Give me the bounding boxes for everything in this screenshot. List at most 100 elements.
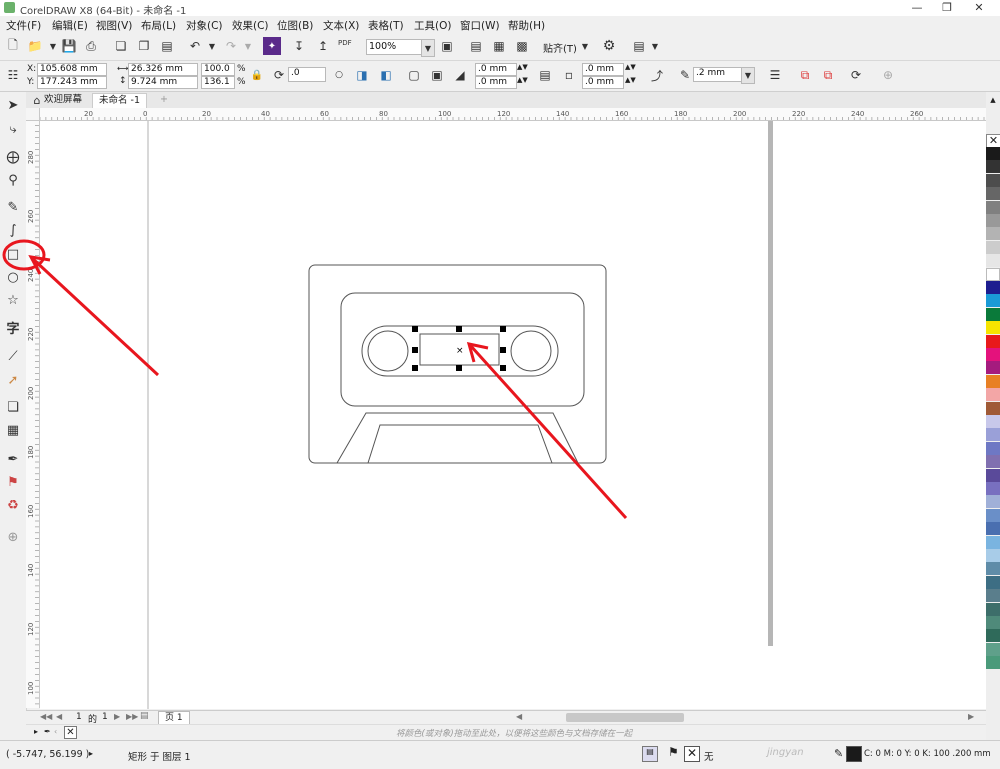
color-swatch[interactable] [986, 602, 1000, 616]
doc-palette-menu-icon[interactable]: ▸ [34, 727, 38, 736]
color-swatch[interactable] [986, 187, 1000, 201]
corner-top-spin-icon[interactable]: ▲▼ [517, 63, 528, 71]
convert-to-curves-icon[interactable]: ⟳ [847, 66, 865, 84]
scale-y-field[interactable]: 136.1 [201, 76, 235, 89]
color-swatch[interactable] [986, 468, 1000, 482]
selection-handle-bottom[interactable] [456, 365, 462, 371]
color-swatch[interactable] [986, 428, 1000, 442]
selection-handle-top[interactable] [456, 326, 462, 332]
undo-icon[interactable]: ↶ [186, 37, 204, 55]
menu-table[interactable]: 表格(T) [368, 18, 404, 33]
next-page-icon[interactable]: ▶ [114, 712, 120, 721]
outline-width-dropdown-icon[interactable]: ▼ [741, 67, 755, 84]
show-guidelines-icon[interactable]: ▩ [513, 37, 531, 55]
lock-ratio-icon[interactable]: 🔒 [248, 66, 266, 84]
right-reel[interactable] [510, 330, 552, 372]
zoom-tool-icon[interactable]: ⚲ [4, 171, 22, 189]
scalloped-corner-icon[interactable]: ▣ [428, 66, 446, 84]
polygon-tool-icon[interactable]: ☆ [4, 291, 22, 309]
color-swatch[interactable] [986, 254, 1000, 268]
zoom-dropdown-icon[interactable]: ▼ [421, 39, 435, 57]
snap-dropdown-icon[interactable]: ▼ [576, 37, 594, 55]
color-swatch[interactable] [986, 227, 1000, 241]
round-corner-icon[interactable]: ▢ [405, 66, 423, 84]
maximize-button[interactable]: ❐ [936, 0, 958, 16]
to-back-icon[interactable]: ⧉ [819, 66, 837, 84]
color-swatch[interactable] [986, 388, 1000, 402]
color-swatch[interactable] [986, 589, 1000, 603]
edit-corners-together-icon[interactable]: ▤ [536, 66, 554, 84]
color-swatch[interactable] [986, 307, 1000, 321]
color-swatch[interactable] [986, 374, 1000, 388]
outline-width-field[interactable]: .2 mm [693, 67, 743, 82]
drop-shadow-tool-icon[interactable]: ❏ [4, 398, 22, 416]
add-tab-button[interactable]: + [154, 93, 174, 107]
zoom-level-field[interactable]: 100% [366, 39, 425, 55]
selection-handle-top-right[interactable] [500, 326, 506, 332]
ruler-origin-icon[interactable] [26, 108, 40, 121]
palette-scroll-up-icon[interactable]: ▲ [986, 96, 1000, 106]
color-swatch[interactable] [986, 616, 1000, 629]
ellipse-tool-icon[interactable]: ○ [4, 268, 22, 286]
doc-palette-eyedropper-icon[interactable]: ✒ [44, 727, 51, 736]
color-swatch[interactable] [986, 348, 1000, 361]
color-swatch[interactable] [986, 455, 1000, 469]
color-swatch[interactable] [986, 294, 1000, 308]
no-fill-indicator-icon[interactable]: ✕ [684, 746, 700, 762]
full-screen-icon[interactable]: ▣ [438, 37, 456, 55]
corner-radius-bottom-left-field[interactable]: .0 mm [475, 76, 517, 89]
y-position-field[interactable]: 177.243 mm [37, 76, 107, 89]
height-field[interactable]: 9.724 mm [128, 76, 198, 89]
color-swatch[interactable] [986, 334, 1000, 348]
color-swatch[interactable] [986, 495, 1000, 509]
connector-tool-icon[interactable]: ➚ [4, 371, 22, 389]
left-reel[interactable] [367, 330, 409, 372]
menu-text[interactable]: 文本(X) [323, 18, 359, 33]
color-swatch[interactable] [986, 482, 1000, 495]
color-swatch[interactable] [986, 522, 1000, 536]
search-content-icon[interactable]: ✦ [263, 37, 281, 55]
color-swatch[interactable] [986, 147, 1000, 160]
horizontal-ruler[interactable]: 20 0 20 40 60 80 100 120 140 160 180 200 220 240 260 [40, 108, 986, 121]
text-tool-icon[interactable]: 字 [4, 318, 22, 337]
redo-icon[interactable]: ↷ [222, 37, 240, 55]
cut-icon[interactable]: ❏ [112, 37, 130, 55]
color-swatch[interactable] [986, 173, 1000, 187]
selection-handle-bottom-left[interactable] [412, 365, 418, 371]
status-expand-icon[interactable]: ▸ [89, 749, 93, 758]
color-eyedropper-tool-icon[interactable]: ✒ [4, 450, 22, 468]
corner-right-bottom-spin-icon[interactable]: ▲▼ [625, 76, 636, 84]
corner-radius-top-left-field[interactable]: .0 mm [475, 63, 517, 76]
corner-bottom-spin-icon[interactable]: ▲▼ [517, 76, 528, 84]
tab-document[interactable]: 未命名 -1 [92, 93, 147, 108]
color-swatch[interactable] [986, 656, 1000, 670]
print-icon[interactable]: ⎙ [82, 37, 100, 55]
show-rulers-icon[interactable]: ▤ [467, 37, 485, 55]
open-folder-icon[interactable]: 📁 [26, 37, 44, 55]
menu-window[interactable]: 窗口(W) [460, 18, 500, 33]
import-icon[interactable]: ↧ [290, 37, 308, 55]
color-swatch[interactable] [986, 240, 1000, 254]
color-swatch[interactable] [986, 160, 1000, 174]
selection-handle-right[interactable] [500, 347, 506, 353]
color-swatch[interactable] [986, 562, 1000, 576]
scale-x-field[interactable]: 100.0 [201, 63, 235, 76]
first-page-icon[interactable]: ◀◀ [40, 712, 52, 721]
horizontal-scrollbar-thumb[interactable] [566, 713, 684, 722]
menu-bitmaps[interactable]: 位图(B) [277, 18, 313, 33]
color-swatch[interactable] [986, 575, 1000, 589]
menu-edit[interactable]: 编辑(E) [52, 18, 88, 33]
rectangle-tool-icon[interactable]: □ [4, 245, 22, 263]
add-tool-icon[interactable]: ⊕ [4, 528, 22, 546]
object-origin-icon[interactable]: ☷ [4, 66, 22, 84]
smart-fill-tool-icon[interactable]: ♻ [4, 496, 22, 514]
copy-icon[interactable]: ❐ [135, 37, 153, 55]
color-swatch[interactable] [986, 629, 1000, 643]
publish-pdf-icon[interactable]: PDF [338, 39, 352, 47]
color-swatch[interactable] [986, 361, 1000, 375]
color-swatch[interactable] [986, 321, 1000, 335]
selection-handle-top-left[interactable] [412, 326, 418, 332]
x-position-field[interactable]: 105.608 mm [37, 63, 107, 76]
rotation-field[interactable]: .0 [288, 67, 326, 82]
transparency-tool-icon[interactable]: ▦ [4, 421, 22, 439]
